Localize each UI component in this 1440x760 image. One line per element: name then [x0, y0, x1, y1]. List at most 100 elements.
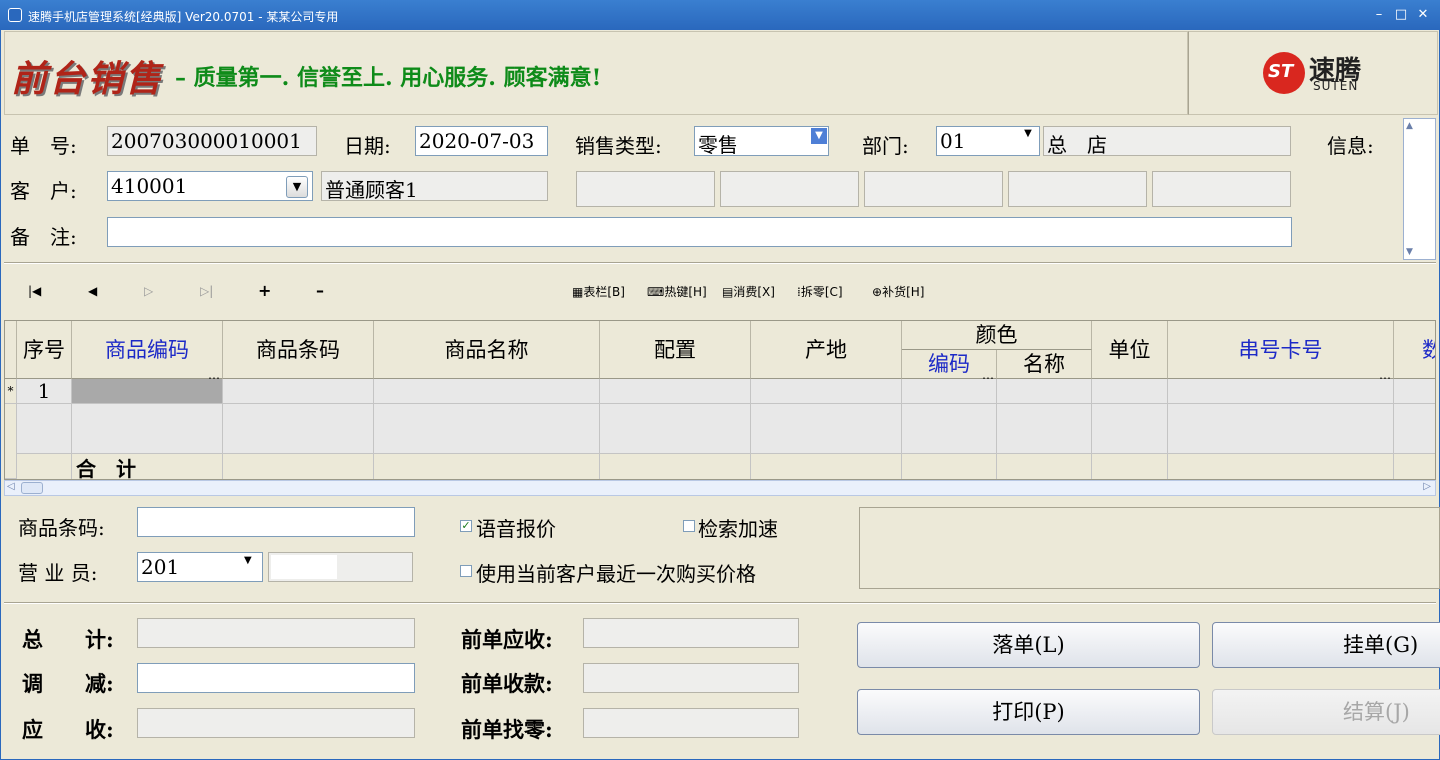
search-speedup-label: 检索加速: [698, 517, 778, 541]
last-price-checkbox[interactable]: [460, 565, 472, 577]
extra-field-2: [720, 171, 859, 207]
barcode-entry-input[interactable]: [137, 507, 415, 537]
total-row-cell: [1168, 454, 1394, 479]
remark-field[interactable]: [107, 217, 1292, 247]
search-speedup-checkbox[interactable]: [683, 520, 695, 532]
first-record-icon[interactable]: |◀: [28, 284, 41, 298]
close-icon[interactable]: ✕: [1414, 6, 1432, 24]
cell-code-active[interactable]: ⋯: [72, 371, 223, 404]
col-color[interactable]: 颜色: [902, 321, 1092, 350]
restock-button[interactable]: ⊕补货[H]: [872, 283, 924, 300]
total-row-cell: [997, 454, 1092, 479]
empty-cell: [72, 404, 223, 454]
prev-change-label: 前单找零:: [461, 717, 553, 742]
maximize-icon[interactable]: □: [1392, 6, 1410, 24]
minimize-icon[interactable]: –: [1370, 6, 1388, 24]
cell-name[interactable]: [374, 379, 600, 404]
col-config[interactable]: 配置: [600, 321, 751, 379]
window-title: 速腾手机店管理系统[经典版] Ver20.0701 - 某某公司专用: [28, 10, 339, 24]
staff-name-highlight: [271, 555, 337, 579]
customer-dropdown-icon[interactable]: ▼: [286, 176, 308, 198]
remove-row-icon[interactable]: –: [316, 281, 324, 300]
adjust-field[interactable]: [137, 663, 415, 693]
row-seq: 1: [17, 379, 72, 404]
total-label: 总 计:: [22, 627, 114, 652]
next-record-icon[interactable]: ▷: [144, 284, 153, 298]
dept-code: 01: [940, 129, 966, 153]
col-unit[interactable]: 单位: [1092, 321, 1168, 379]
date-label: 日期:: [344, 134, 391, 158]
scroll-left-icon[interactable]: ◁: [7, 481, 15, 492]
empty-cell: [600, 404, 751, 454]
settle-button[interactable]: 结算(J): [1212, 689, 1440, 735]
empty-cell: [1394, 404, 1435, 454]
col-qty[interactable]: 数: [1394, 321, 1435, 379]
cell-barcode[interactable]: [223, 379, 374, 404]
post-button[interactable]: 落单(L): [857, 622, 1200, 668]
chevron-down-icon[interactable]: ▼: [811, 128, 827, 144]
cell-qty[interactable]: [1394, 379, 1435, 404]
divider: [4, 262, 1436, 264]
staff-label: 营 业 员:: [18, 561, 98, 585]
message-panel: [859, 507, 1440, 589]
cell-color-code[interactable]: ⋯: [902, 371, 997, 404]
cell-origin[interactable]: [751, 379, 902, 404]
table-icon: ▦: [572, 285, 584, 299]
extra-field-4: [1008, 171, 1147, 207]
prev-receivable-label: 前单应收:: [461, 627, 553, 652]
cell-serial[interactable]: ⋯: [1168, 371, 1394, 404]
sale-type-value: 零售: [698, 133, 738, 156]
grid-columns-button[interactable]: ▦表栏[B]: [572, 283, 625, 300]
total-row-cell: [1092, 454, 1168, 479]
last-record-icon[interactable]: ▷|: [200, 284, 213, 298]
total-field: [137, 618, 415, 648]
voice-price-checkbox[interactable]: ✓: [460, 520, 472, 532]
total-row-label: 合 计: [72, 454, 223, 479]
split-button[interactable]: ⁞拆零[C]: [797, 283, 843, 300]
consume-button[interactable]: ▤消费[X]: [722, 283, 775, 300]
split-label: 拆零[C]: [800, 285, 843, 299]
empty-cell: [374, 404, 600, 454]
staff-dropdown-icon[interactable]: ▼: [244, 555, 252, 566]
col-serial[interactable]: 串号卡号: [1168, 321, 1394, 379]
sales-grid[interactable]: 序号 商品编码 商品条码 商品名称 配置 产地 颜色 编码 名称 单位 串号卡号…: [4, 320, 1436, 480]
date-field[interactable]: 2020-07-03: [415, 126, 548, 156]
extra-field-3: [864, 171, 1003, 207]
print-button[interactable]: 打印(P): [857, 689, 1200, 735]
ellipsis-icon[interactable]: ⋯: [982, 371, 994, 385]
dept-dropdown-icon[interactable]: ▼: [1020, 128, 1036, 142]
cell-unit[interactable]: [1092, 379, 1168, 404]
col-barcode[interactable]: 商品条码: [223, 321, 374, 379]
prev-change-field: [583, 708, 799, 738]
add-row-icon[interactable]: +: [258, 281, 271, 300]
empty-cell: [1168, 404, 1394, 454]
col-name[interactable]: 商品名称: [374, 321, 600, 379]
receivable-field: [137, 708, 415, 738]
hotkey-button[interactable]: ⌨热键[H]: [647, 283, 707, 300]
prev-paid-field: [583, 663, 799, 693]
scroll-down-icon[interactable]: ▼: [1406, 247, 1413, 257]
total-row-cell: [1394, 454, 1435, 479]
scroll-right-icon[interactable]: ▷: [1423, 481, 1431, 492]
ellipsis-icon[interactable]: ⋯: [208, 371, 220, 385]
banner: 前台销售 – 质量第一. 信誉至上. 用心服务. 顾客满意!: [4, 31, 1188, 115]
hold-button[interactable]: 挂单(G): [1212, 622, 1440, 668]
prev-record-icon[interactable]: ◀: [88, 284, 97, 298]
scroll-up-icon[interactable]: ▲: [1406, 121, 1413, 131]
col-origin[interactable]: 产地: [751, 321, 902, 379]
col-code[interactable]: 商品编码: [72, 321, 223, 379]
order-no-field[interactable]: 200703000010001: [107, 126, 317, 156]
cell-color-name[interactable]: [997, 379, 1092, 404]
sale-type-select[interactable]: 零售: [694, 126, 829, 156]
col-seq[interactable]: 序号: [17, 321, 72, 379]
ellipsis-icon[interactable]: ⋯: [1379, 371, 1391, 385]
scroll-thumb[interactable]: [21, 482, 43, 494]
col-color-name[interactable]: 名称: [997, 350, 1092, 379]
customer-code-field[interactable]: 410001: [107, 171, 313, 201]
empty-cell: [997, 404, 1092, 454]
cell-config[interactable]: [600, 379, 751, 404]
info-scroll-panel[interactable]: ▲ ▼: [1403, 118, 1436, 260]
empty-cell: [902, 404, 997, 454]
suten-logo-icon: [1263, 52, 1305, 94]
horizontal-scrollbar[interactable]: ◁ ▷: [4, 480, 1436, 496]
